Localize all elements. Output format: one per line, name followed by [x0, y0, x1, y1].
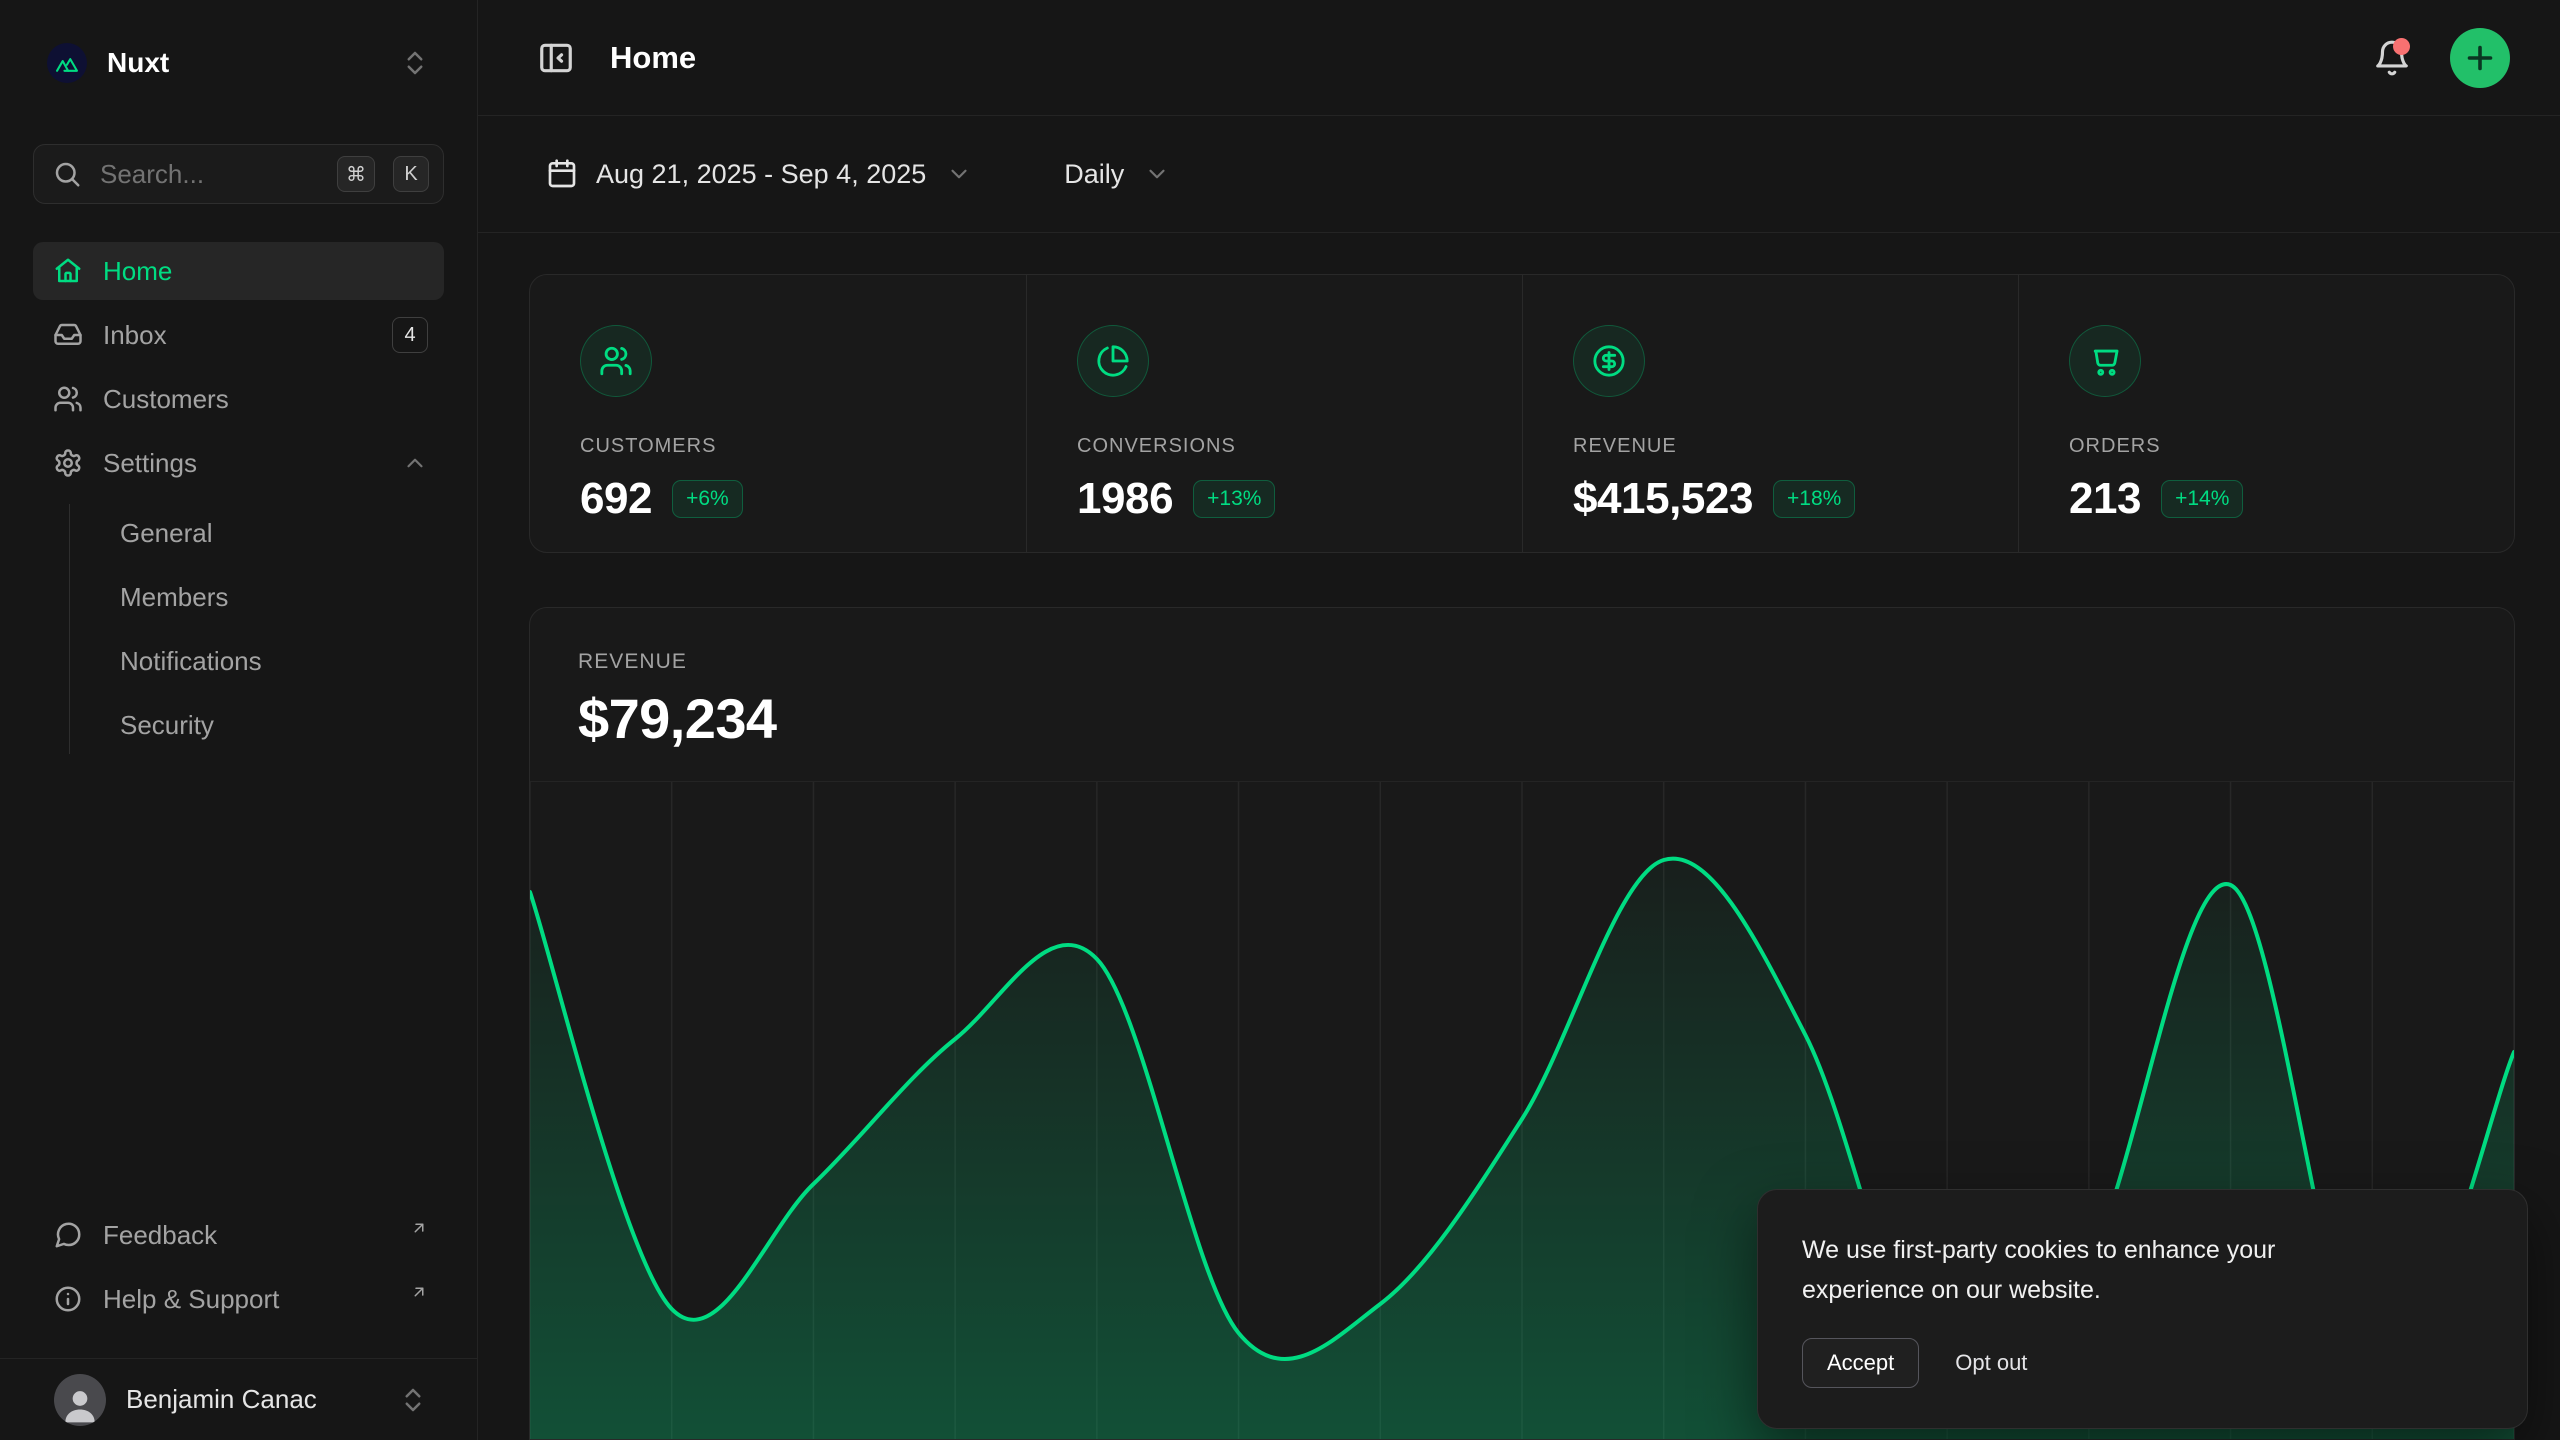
arrow-up-right-icon — [410, 1283, 428, 1301]
stat-label: CUSTOMERS — [580, 435, 716, 458]
revenue-panel-header: REVENUE $79,234 — [530, 608, 2514, 781]
sidebar-item-settings[interactable]: Settings — [33, 434, 444, 492]
stat-card-conversions[interactable]: CONVERSIONS 1986 +13% — [1026, 275, 1522, 552]
sidebar-item-home[interactable]: Home — [33, 242, 444, 300]
kbd-k: K — [393, 156, 429, 192]
revenue-total: $79,234 — [578, 686, 2466, 751]
cookie-banner: We use first-party cookies to enhance yo… — [1757, 1189, 2528, 1429]
stat-label: ORDERS — [2069, 435, 2161, 458]
stat-delta-badge: +18% — [1773, 480, 1855, 518]
users-icon — [580, 325, 652, 397]
avatar — [54, 1374, 106, 1426]
chevrons-up-down-icon — [398, 1385, 428, 1415]
stat-label: REVENUE — [1573, 435, 1677, 458]
revenue-label: REVENUE — [578, 650, 2466, 674]
sidebar-nav: Home Inbox 4 Customers Settings Genera — [33, 242, 444, 754]
notification-dot — [2393, 38, 2410, 55]
pie-chart-icon — [1077, 325, 1149, 397]
stat-card-revenue[interactable]: REVENUE $415,523 +18% — [1522, 275, 2018, 552]
sidebar: Nuxt Search... ⌘ K Home Inbox 4 — [0, 0, 478, 1440]
date-range-picker[interactable]: Aug 21, 2025 - Sep 4, 2025 — [528, 144, 990, 204]
page-title: Home — [610, 40, 2338, 76]
sidebar-item-customers[interactable]: Customers — [33, 370, 444, 428]
dollar-circle-icon — [1573, 325, 1645, 397]
opt-out-button[interactable]: Opt out — [1955, 1350, 2027, 1376]
date-range-value: Aug 21, 2025 - Sep 4, 2025 — [596, 159, 926, 190]
stat-card-customers[interactable]: CUSTOMERS 692 +6% — [530, 275, 1026, 552]
home-icon — [53, 256, 83, 286]
sidebar-item-general[interactable]: General — [104, 504, 444, 562]
search-placeholder: Search... — [100, 159, 319, 190]
chevron-up-icon — [402, 450, 428, 476]
workspace-switcher[interactable]: Nuxt — [33, 30, 444, 96]
help-support-link[interactable]: Help & Support — [33, 1270, 444, 1328]
search-icon — [52, 159, 82, 189]
user-name: Benjamin Canac — [126, 1384, 378, 1415]
stat-value: 213 — [2069, 474, 2141, 524]
collapse-sidebar-button[interactable] — [528, 30, 584, 86]
stat-value: 692 — [580, 474, 652, 524]
stat-delta-badge: +14% — [2161, 480, 2243, 518]
users-icon — [53, 384, 83, 414]
inbox-icon — [53, 320, 83, 350]
sidebar-item-label: Inbox — [103, 320, 372, 351]
sidebar-item-members[interactable]: Members — [104, 568, 444, 626]
arrow-up-right-icon — [410, 1219, 428, 1237]
sidebar-item-notifications[interactable]: Notifications — [104, 632, 444, 690]
notifications-bell-button[interactable] — [2364, 30, 2420, 86]
granularity-select[interactable]: Daily — [1046, 145, 1188, 204]
workspace-name: Nuxt — [107, 47, 380, 79]
cookie-message: We use first-party cookies to enhance yo… — [1802, 1230, 2402, 1310]
stat-value: $415,523 — [1573, 474, 1753, 524]
calendar-icon — [546, 158, 578, 190]
gear-icon — [53, 448, 83, 478]
info-circle-icon — [53, 1284, 83, 1314]
stat-label: CONVERSIONS — [1077, 435, 1236, 458]
add-button[interactable] — [2450, 28, 2510, 88]
message-bubble-icon — [53, 1220, 83, 1250]
chevron-down-icon — [946, 161, 972, 187]
sidebar-item-label: Home — [103, 256, 428, 287]
top-header: Home — [478, 0, 2560, 116]
feedback-label: Feedback — [103, 1220, 388, 1251]
sidebar-item-inbox[interactable]: Inbox 4 — [33, 306, 444, 364]
settings-subnav: General Members Notifications Security — [69, 504, 444, 754]
stat-value: 1986 — [1077, 474, 1173, 524]
chevron-down-icon — [1144, 161, 1170, 187]
stat-delta-badge: +13% — [1193, 480, 1275, 518]
sidebar-item-label: Customers — [103, 384, 428, 415]
cookie-actions: Accept Opt out — [1802, 1338, 2483, 1388]
stat-delta-badge: +6% — [672, 480, 743, 518]
search-input[interactable]: Search... ⌘ K — [33, 144, 444, 204]
help-support-label: Help & Support — [103, 1284, 388, 1315]
feedback-link[interactable]: Feedback — [33, 1206, 444, 1264]
kbd-cmd: ⌘ — [337, 156, 375, 192]
filter-toolbar: Aug 21, 2025 - Sep 4, 2025 Daily — [478, 116, 2560, 233]
sidebar-item-label: Settings — [103, 448, 382, 479]
granularity-value: Daily — [1064, 159, 1124, 190]
accept-button[interactable]: Accept — [1802, 1338, 1919, 1388]
sidebar-item-security[interactable]: Security — [104, 696, 444, 754]
shopping-cart-icon — [2069, 325, 2141, 397]
stats-row: CUSTOMERS 692 +6% CONVERSIONS 1986 +13% — [529, 274, 2515, 553]
stat-card-orders[interactable]: ORDERS 213 +14% — [2018, 275, 2514, 552]
nuxt-logo-icon — [47, 43, 87, 83]
inbox-count-badge: 4 — [392, 317, 428, 353]
user-menu[interactable]: Benjamin Canac — [0, 1358, 477, 1440]
sidebar-footer: Feedback Help & Support — [33, 1206, 444, 1328]
chevrons-up-down-icon — [400, 48, 430, 78]
